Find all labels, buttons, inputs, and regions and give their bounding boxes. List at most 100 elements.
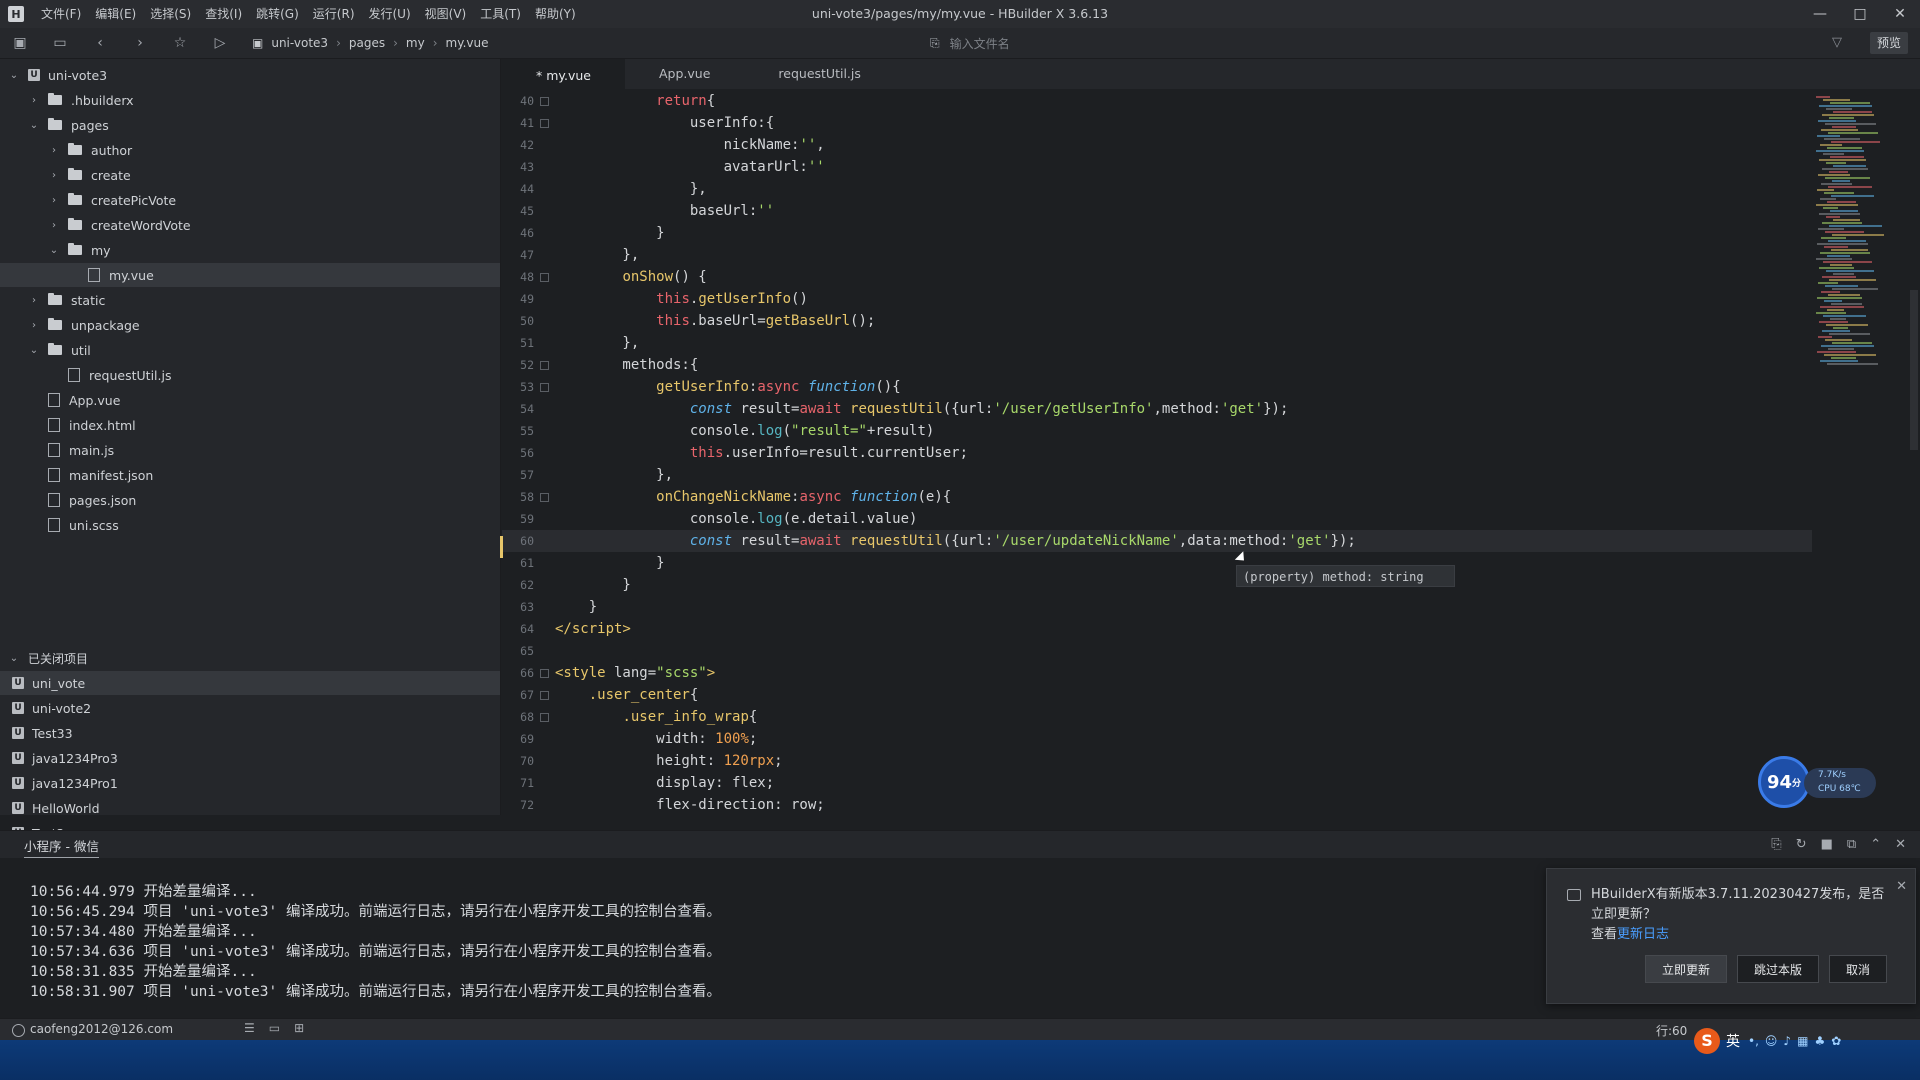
- menu-item[interactable]: 文件(F): [34, 0, 88, 28]
- fold-toggle-icon[interactable]: [540, 493, 549, 502]
- code-line[interactable]: 62 }: [502, 574, 1812, 596]
- skin-icon[interactable]: ♣: [1814, 1034, 1825, 1048]
- chevron-down-icon[interactable]: ⌄: [28, 345, 40, 356]
- code-line[interactable]: 43 avatarUrl:'': [502, 156, 1812, 178]
- closed-project-item[interactable]: U Test33: [0, 721, 500, 745]
- fold-toggle-icon[interactable]: [540, 691, 549, 700]
- menu-item[interactable]: 工具(T): [473, 0, 528, 28]
- tree-item[interactable]: › createPicVote: [0, 188, 500, 212]
- tree-item[interactable]: › static: [0, 288, 500, 312]
- new-file-icon[interactable]: ▣: [12, 35, 28, 51]
- tree-item[interactable]: uni.scss: [0, 513, 500, 537]
- code-line[interactable]: 46 }: [502, 222, 1812, 244]
- keyboard-icon[interactable]: ▦: [1797, 1034, 1808, 1048]
- code-line[interactable]: 47 },: [502, 244, 1812, 266]
- menu-item[interactable]: 选择(S): [143, 0, 198, 28]
- code-line[interactable]: 72 flex-direction: row;: [502, 794, 1812, 814]
- settings-icon[interactable]: ✿: [1831, 1034, 1841, 1048]
- changelog-link[interactable]: 更新日志: [1617, 927, 1669, 942]
- chevron-right-icon[interactable]: ›: [48, 220, 60, 231]
- punctuation-icon[interactable]: •,: [1748, 1034, 1759, 1048]
- tree-item[interactable]: main.js: [0, 438, 500, 462]
- chevron-right-icon[interactable]: ›: [28, 95, 40, 106]
- code-line[interactable]: 41 userInfo:{: [502, 112, 1812, 134]
- back-icon[interactable]: ‹: [92, 35, 108, 51]
- code-line[interactable]: 52 methods:{: [502, 354, 1812, 376]
- chevron-right-icon[interactable]: ›: [48, 170, 60, 181]
- chevron-down-icon[interactable]: ⌄: [48, 245, 60, 256]
- code-line[interactable]: 45 baseUrl:'': [502, 200, 1812, 222]
- editor-tab[interactable]: * my.vue: [502, 59, 625, 91]
- account-label[interactable]: caofeng2012@126.com: [30, 1022, 173, 1036]
- tree-item[interactable]: requestUtil.js: [0, 363, 500, 387]
- code-line[interactable]: 65: [502, 640, 1812, 662]
- close-panel-icon[interactable]: ✕: [1895, 837, 1906, 852]
- menu-item[interactable]: 查找(I): [198, 0, 249, 28]
- closed-project-item[interactable]: U HelloWorld: [0, 796, 500, 820]
- forward-icon[interactable]: ›: [132, 35, 148, 51]
- emoji-icon[interactable]: ☺: [1765, 1034, 1778, 1048]
- editor-scrollbar[interactable]: [1910, 290, 1918, 450]
- closed-project-item[interactable]: Ujava1234Pro1: [0, 771, 500, 795]
- code-line[interactable]: 58 onChangeNickName:async function(e){: [502, 486, 1812, 508]
- menu-item[interactable]: 发行(U): [362, 0, 418, 28]
- code-line[interactable]: 68 .user_info_wrap{: [502, 706, 1812, 728]
- filter-icon[interactable]: ▽: [1832, 35, 1842, 50]
- chevron-down-icon[interactable]: ⌄: [8, 70, 20, 81]
- chevron-right-icon[interactable]: ›: [28, 295, 40, 306]
- code-line[interactable]: 50 this.baseUrl=getBaseUrl();: [502, 310, 1812, 332]
- tree-item[interactable]: ⌄ util: [0, 338, 500, 362]
- closed-project-item[interactable]: Uuni-vote2: [0, 696, 500, 720]
- code-line[interactable]: 60 const result=await requestUtil({url:'…: [502, 530, 1812, 552]
- code-line[interactable]: 61 }: [502, 552, 1812, 574]
- chevron-right-icon[interactable]: ›: [48, 195, 60, 206]
- breadcrumb-item[interactable]: my: [406, 36, 425, 50]
- update-now-button[interactable]: 立即更新: [1645, 955, 1727, 983]
- chevron-down-icon[interactable]: ⌄: [28, 120, 40, 131]
- restart-icon[interactable]: ↻: [1796, 837, 1807, 852]
- fold-toggle-icon[interactable]: [540, 361, 549, 370]
- menu-item[interactable]: 跳转(G): [249, 0, 306, 28]
- breadcrumb-item[interactable]: uni-vote3: [271, 36, 328, 50]
- menu-item[interactable]: 视图(V): [418, 0, 474, 28]
- tree-item[interactable]: ⌄ Uuni-vote3: [0, 63, 500, 87]
- minimize-icon[interactable]: —: [1800, 0, 1840, 28]
- code-editor[interactable]: 40 return{41 userInfo:{42 nickName:'', 43…: [502, 90, 1812, 814]
- plugin-status-icon[interactable]: ⊞: [294, 1021, 304, 1035]
- breadcrumb-item[interactable]: my.vue: [446, 36, 489, 50]
- preview-button[interactable]: 预览: [1870, 32, 1908, 54]
- maximize-icon[interactable]: □: [1840, 0, 1880, 28]
- terminal-icon[interactable]: ▭: [269, 1021, 280, 1035]
- closed-project-item[interactable]: Uuni_vote: [0, 671, 500, 695]
- menu-item[interactable]: 运行(R): [306, 0, 362, 28]
- save-icon[interactable]: ▭: [52, 35, 68, 51]
- code-line[interactable]: 53 getUserInfo:async function(){: [502, 376, 1812, 398]
- skip-version-button[interactable]: 跳过本版: [1737, 955, 1819, 983]
- code-line[interactable]: 64 </script>: [502, 618, 1812, 640]
- maximize-panel-icon[interactable]: ⌃: [1870, 837, 1881, 852]
- code-line[interactable]: 48 onShow() {: [502, 266, 1812, 288]
- code-line[interactable]: 57 },: [502, 464, 1812, 486]
- editor-tab[interactable]: requestUtil.js: [744, 59, 894, 89]
- cursor-position[interactable]: 行:60: [1656, 1022, 1687, 1039]
- cancel-button[interactable]: 取消: [1829, 955, 1887, 983]
- fold-toggle-icon[interactable]: [540, 669, 549, 678]
- tree-item[interactable]: › .hbuilderx: [0, 88, 500, 112]
- editor-tab[interactable]: App.vue: [625, 59, 744, 89]
- tree-item[interactable]: ⌄ my: [0, 238, 500, 262]
- closed-projects-header[interactable]: ⌄ 已关闭项目: [0, 647, 500, 669]
- breadcrumb-item[interactable]: pages: [349, 36, 385, 50]
- code-line[interactable]: 55 console.log("result="+result): [502, 420, 1812, 442]
- fold-toggle-icon[interactable]: [540, 273, 549, 282]
- tree-item[interactable]: App.vue: [0, 388, 500, 412]
- ime-mode[interactable]: 英: [1726, 1031, 1740, 1051]
- sogou-logo-icon[interactable]: S: [1694, 1028, 1720, 1054]
- tree-item[interactable]: index.html: [0, 413, 500, 437]
- outline-icon[interactable]: ☰: [244, 1021, 255, 1035]
- fold-toggle-icon[interactable]: [540, 97, 549, 106]
- fold-toggle-icon[interactable]: [540, 383, 549, 392]
- tree-item[interactable]: › create: [0, 163, 500, 187]
- code-line[interactable]: 54 const result=await requestUtil({url:'…: [502, 398, 1812, 420]
- tree-item[interactable]: manifest.json: [0, 463, 500, 487]
- tree-item[interactable]: ⌄ pages: [0, 113, 500, 137]
